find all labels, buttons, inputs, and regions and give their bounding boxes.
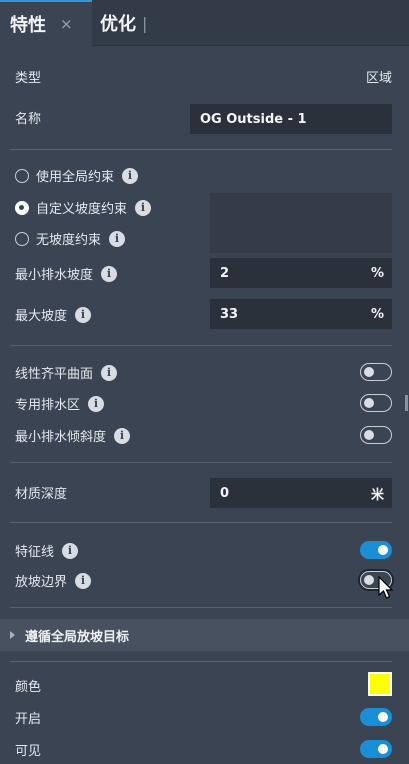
- follow-global-grading-section[interactable]: 遵循全局放坡目标: [0, 619, 409, 651]
- radio-label: 自定义坡度约束: [36, 202, 128, 217]
- name-label: 名称: [15, 112, 42, 127]
- max-slope-label: 最大坡度 i: [15, 305, 92, 324]
- label-text: 最小排水倾斜度: [15, 430, 107, 445]
- material-depth-label: 材质深度: [15, 487, 68, 502]
- placeholder-area: [210, 193, 392, 253]
- tab-properties[interactable]: 特性 ×: [0, 0, 92, 46]
- panel-resize-handle[interactable]: [405, 395, 408, 411]
- label-text: 线性齐平曲面: [15, 367, 94, 382]
- color-label: 颜色: [15, 680, 42, 695]
- min-drainage-tilt-toggle[interactable]: [360, 426, 392, 444]
- dedicated-drainage-label: 专用排水区 i: [15, 394, 105, 413]
- dedicated-drainage-toggle[interactable]: [360, 394, 392, 412]
- material-depth-value: 0: [220, 485, 230, 501]
- divider: [10, 522, 392, 523]
- min-slope-value: 2: [220, 265, 230, 281]
- min-drainage-tilt-label: 最小排水倾斜度 i: [15, 426, 131, 445]
- label-text: 最小排水坡度: [15, 268, 94, 283]
- mouse-cursor: [378, 576, 394, 599]
- feature-line-toggle[interactable]: [360, 541, 392, 559]
- enabled-toggle[interactable]: [360, 708, 392, 726]
- type-label: 类型: [15, 71, 42, 86]
- min-drainage-slope-field[interactable]: 2 %: [210, 258, 392, 288]
- tab-optimize[interactable]: 优化 |: [100, 0, 147, 46]
- label-text: 特征线: [15, 545, 55, 560]
- feature-line-label: 特征线 i: [15, 541, 79, 560]
- min-drainage-slope-label: 最小排水坡度 i: [15, 264, 118, 283]
- tab-properties-label: 特性: [10, 15, 46, 36]
- max-slope-value: 33: [220, 306, 239, 322]
- meter-unit: 米: [370, 487, 384, 503]
- info-icon[interactable]: i: [88, 395, 105, 412]
- info-icon[interactable]: i: [101, 265, 118, 282]
- name-value: OG Outside - 1: [200, 111, 307, 127]
- radio-button[interactable]: [15, 231, 29, 246]
- percent-unit: %: [370, 306, 384, 322]
- visible-label: 可见: [15, 744, 42, 759]
- radio-custom-slope-constraint[interactable]: 自定义坡度约束 i: [15, 198, 152, 217]
- label-text: 最大坡度: [15, 309, 68, 324]
- divider: [10, 149, 392, 150]
- info-icon[interactable]: i: [75, 306, 92, 323]
- linear-flush-surface-label: 线性齐平曲面 i: [15, 363, 118, 382]
- type-value: 区域: [365, 71, 392, 86]
- label-text: 专用排水区: [15, 398, 81, 413]
- enabled-label: 开启: [15, 712, 42, 727]
- caret-right-icon[interactable]: [10, 631, 15, 639]
- tab-bar: 特性 × 优化 |: [0, 0, 409, 46]
- max-slope-field[interactable]: 33 %: [210, 299, 392, 329]
- info-icon[interactable]: i: [101, 364, 118, 381]
- radio-label: 使用全局约束: [36, 170, 115, 185]
- info-icon[interactable]: i: [114, 427, 131, 444]
- visible-toggle[interactable]: [360, 740, 392, 758]
- label-text: 放坡边界: [15, 575, 68, 590]
- radio-label: 无坡度约束: [36, 233, 102, 248]
- divider: [10, 661, 392, 662]
- radio-button-selected[interactable]: [15, 200, 29, 215]
- grading-boundary-label: 放坡边界 i: [15, 571, 92, 590]
- radio-no-slope-constraint[interactable]: 无坡度约束 i: [15, 229, 126, 248]
- section-title: 遵循全局放坡目标: [25, 629, 130, 645]
- divider: [10, 462, 392, 463]
- divider: [10, 345, 392, 346]
- tab-optimize-label: 优化: [100, 14, 136, 35]
- radio-button[interactable]: [15, 168, 29, 183]
- info-icon[interactable]: i: [109, 230, 126, 247]
- info-icon[interactable]: i: [75, 572, 92, 589]
- info-icon[interactable]: i: [62, 542, 79, 559]
- close-icon[interactable]: ×: [60, 15, 73, 33]
- percent-unit: %: [370, 265, 384, 281]
- radio-global-constraint[interactable]: 使用全局约束 i: [15, 166, 139, 185]
- info-icon[interactable]: i: [122, 167, 139, 184]
- name-field[interactable]: OG Outside - 1: [190, 104, 392, 134]
- tab-separator: |: [142, 13, 148, 33]
- linear-flush-surface-toggle[interactable]: [360, 363, 392, 381]
- material-depth-field[interactable]: 0 米: [210, 478, 392, 508]
- color-swatch[interactable]: [368, 672, 392, 696]
- divider: [10, 607, 392, 608]
- info-icon[interactable]: i: [135, 199, 152, 216]
